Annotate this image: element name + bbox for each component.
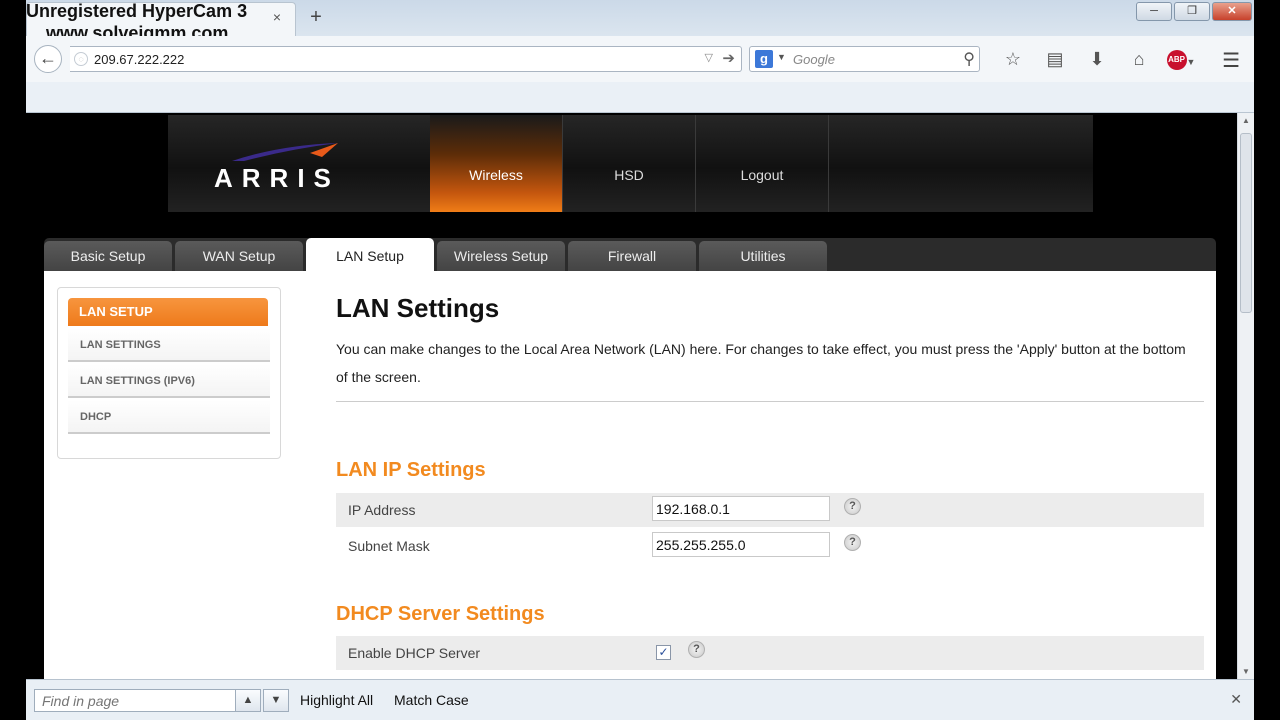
vertical-scrollbar[interactable]: ▲ ▼ — [1237, 113, 1254, 679]
url-text[interactable]: 209.67.222.222 — [94, 52, 184, 67]
sidebar-item-lan-settings[interactable]: LAN SETTINGS — [68, 328, 270, 362]
find-input[interactable] — [34, 689, 236, 712]
tab-basic-setup[interactable]: Basic Setup — [44, 241, 172, 271]
highlight-all-button[interactable]: Highlight All — [300, 692, 373, 708]
enable-dhcp-row: Enable DHCP Server ✓ ? — [336, 636, 1204, 670]
navigation-toolbar: ← ◌ 209.67.222.222 ▽ ➔ g ▼ Google ⚲ ☆ ▤ … — [26, 36, 1254, 82]
side-menu-title[interactable]: LAN SETUP — [68, 298, 268, 326]
minimize-button[interactable]: ─ — [1136, 2, 1172, 21]
help-icon[interactable]: ? — [688, 641, 705, 658]
scroll-up-icon[interactable]: ▲ — [1238, 116, 1254, 125]
globe-icon: ◌ — [74, 52, 88, 66]
page-viewport: ARRIS Wireless HSD Logout Basic Setup WA… — [26, 113, 1237, 679]
enable-dhcp-checkbox[interactable]: ✓ — [656, 645, 671, 660]
adblock-icon[interactable]: ABP ▼ — [1160, 47, 1202, 71]
subnet-mask-label: Subnet Mask — [348, 538, 430, 554]
screen-edge-right — [1254, 0, 1280, 720]
find-bar: ▲ ▼ Highlight All Match Case ✕ — [26, 679, 1254, 720]
find-previous-button[interactable]: ▲ — [235, 689, 261, 712]
google-icon[interactable]: g — [755, 50, 773, 68]
screen-edge-left — [0, 0, 26, 720]
page-title: LAN Settings — [336, 293, 500, 323]
hamburger-menu-icon[interactable]: ☰ — [1222, 48, 1240, 73]
chevron-up-icon: ▲ — [242, 694, 254, 706]
search-bar[interactable]: g ▼ Google ⚲ — [749, 46, 980, 72]
back-arrow-icon: ← — [39, 48, 57, 68]
close-window-button[interactable]: ✕ — [1212, 2, 1252, 21]
tab-firewall[interactable]: Firewall — [568, 241, 696, 271]
tab-utilities[interactable]: Utilities — [699, 241, 827, 271]
bookmarks-list-icon[interactable]: ▤ — [1034, 47, 1076, 71]
home-icon[interactable]: ⌂ — [1118, 47, 1160, 71]
window-controls: ─ ❐ ✕ — [1136, 2, 1252, 21]
topnav-hsd[interactable]: HSD — [563, 115, 696, 212]
subnet-mask-row: Subnet Mask ? — [336, 529, 1204, 563]
url-dropdown-icon[interactable]: ▽ — [705, 51, 713, 64]
topnav-logout[interactable]: Logout — [696, 115, 829, 212]
watermark-line1: Unregistered HyperCam 3 — [26, 1, 248, 21]
scrollbar-thumb[interactable] — [1240, 133, 1252, 313]
search-icon[interactable]: ⚲ — [963, 49, 975, 69]
download-icon[interactable]: ⬇ — [1076, 47, 1118, 71]
dhcp-server-settings-title: DHCP Server Settings — [336, 603, 545, 625]
new-tab-button[interactable]: + — [306, 6, 326, 29]
arris-swoosh-icon — [232, 143, 338, 161]
close-find-bar-icon[interactable]: ✕ — [1230, 691, 1242, 708]
go-arrow-icon[interactable]: ➔ — [722, 49, 735, 67]
bookmark-star-icon[interactable]: ☆ — [992, 47, 1034, 71]
tab-lan-setup[interactable]: LAN Setup — [306, 238, 434, 271]
ip-address-input[interactable] — [652, 496, 830, 521]
subtab-bar: Basic Setup WAN Setup LAN Setup Wireless… — [44, 238, 1216, 271]
page-description: You can make changes to the Local Area N… — [336, 341, 1186, 385]
help-icon[interactable]: ? — [844, 534, 861, 551]
enable-dhcp-label: Enable DHCP Server — [348, 645, 481, 661]
content-panel: LAN SETUP LAN SETTINGS LAN SETTINGS (IPV… — [44, 271, 1216, 679]
arris-header: ARRIS Wireless HSD Logout — [168, 115, 1093, 212]
find-next-button[interactable]: ▼ — [263, 689, 289, 712]
back-button[interactable]: ← — [34, 45, 62, 73]
top-nav: Wireless HSD Logout — [430, 115, 829, 212]
ip-address-label: IP Address — [348, 502, 416, 518]
sidebar-item-lan-settings-ipv6[interactable]: LAN SETTINGS (IPV6) — [68, 364, 270, 398]
maximize-button[interactable]: ❐ — [1174, 2, 1210, 21]
chevron-down-icon: ▼ — [270, 694, 282, 706]
lan-ip-settings-title: LAN IP Settings — [336, 459, 486, 481]
ip-address-row: IP Address ? — [336, 493, 1204, 527]
topnav-wireless[interactable]: Wireless — [430, 115, 563, 212]
toolbar-icons: ☆ ▤ ⬇ ⌂ ABP ▼ — [992, 47, 1202, 71]
tab-wireless-setup[interactable]: Wireless Setup — [437, 241, 565, 271]
divider — [336, 401, 1204, 402]
scroll-down-icon[interactable]: ▼ — [1238, 667, 1254, 676]
sidebar-item-dhcp[interactable]: DHCP — [68, 400, 270, 434]
subnet-mask-input[interactable] — [652, 532, 830, 557]
search-input[interactable]: Google — [793, 52, 835, 67]
url-bar[interactable]: ◌ 209.67.222.222 ▽ ➔ — [70, 46, 742, 72]
match-case-button[interactable]: Match Case — [394, 692, 469, 708]
search-engine-dropdown-icon[interactable]: ▼ — [777, 52, 786, 62]
tab-wan-setup[interactable]: WAN Setup — [175, 241, 303, 271]
tab-close-icon[interactable]: × — [270, 9, 284, 25]
help-icon[interactable]: ? — [844, 498, 861, 515]
side-menu: LAN SETUP LAN SETTINGS LAN SETTINGS (IPV… — [57, 287, 281, 459]
arris-logo: ARRIS — [214, 163, 340, 193]
bookmarks-toolbar — [26, 82, 1254, 113]
